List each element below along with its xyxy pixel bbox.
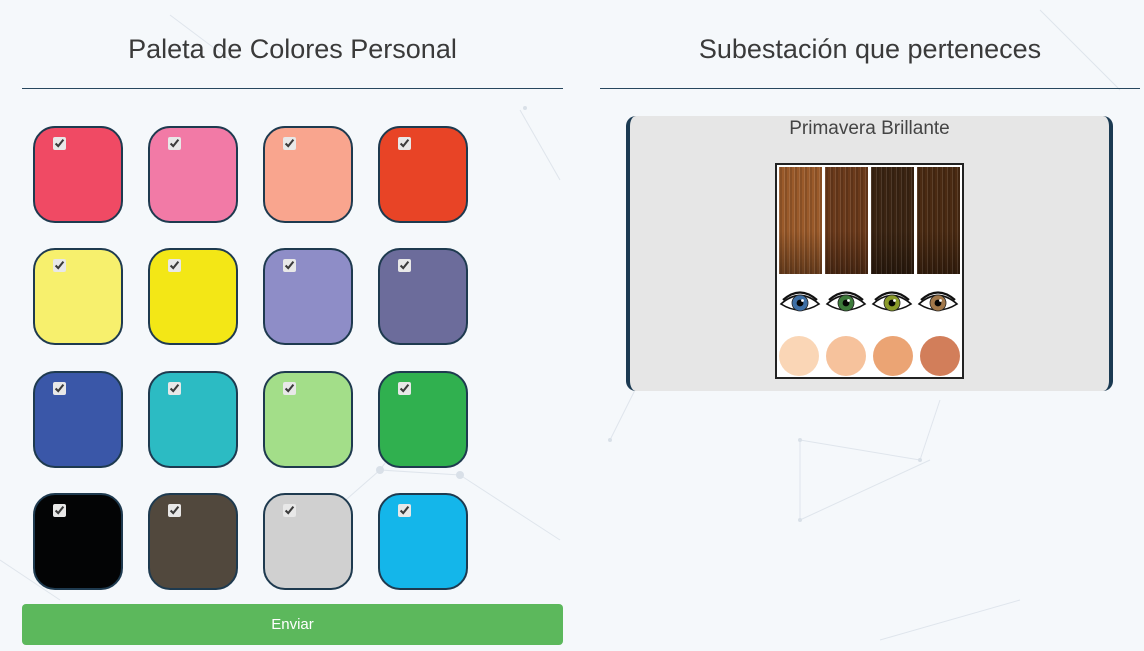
swatch-checkbox-royal-blue[interactable] xyxy=(53,382,66,395)
color-swatch-dark-brown[interactable] xyxy=(148,493,238,590)
swatch-checkbox-red[interactable] xyxy=(53,137,66,150)
color-swatch-salmon[interactable] xyxy=(263,126,353,223)
submit-button[interactable]: Enviar xyxy=(22,604,563,645)
color-swatch-royal-blue[interactable] xyxy=(33,371,123,468)
eye-icon xyxy=(779,291,821,312)
eye-icon xyxy=(871,291,913,312)
swatch-checkbox-sky-blue[interactable] xyxy=(398,504,411,517)
color-swatch-lavender[interactable] xyxy=(263,248,353,345)
color-swatch-light-green[interactable] xyxy=(263,371,353,468)
swatch-checkbox-green[interactable] xyxy=(398,382,411,395)
sub-season-title: Subestación que perteneces xyxy=(600,0,1140,89)
color-swatch-slate-purple[interactable] xyxy=(378,248,468,345)
swatch-checkbox-orange-red[interactable] xyxy=(398,137,411,150)
color-swatch-orange-red[interactable] xyxy=(378,126,468,223)
color-swatch-black[interactable] xyxy=(33,493,123,590)
hair-swatch-3 xyxy=(871,167,914,274)
sub-season-panel: Subestación que perteneces Primavera Bri… xyxy=(600,0,1140,651)
color-swatch-green[interactable] xyxy=(378,371,468,468)
color-swatch-light-yellow[interactable] xyxy=(33,248,123,345)
personal-color-palette-panel: Paleta de Colores Personal Enviar xyxy=(22,0,563,651)
swatch-checkbox-light-green[interactable] xyxy=(283,382,296,395)
swatch-checkbox-light-yellow[interactable] xyxy=(53,259,66,272)
skin-tone-swatch-3 xyxy=(873,336,913,376)
eye-color-row xyxy=(777,289,962,319)
color-swatch-light-gray[interactable] xyxy=(263,493,353,590)
season-reference-chart xyxy=(775,163,964,379)
swatch-checkbox-light-gray[interactable] xyxy=(283,504,296,517)
eye-icon xyxy=(825,291,867,312)
swatch-checkbox-black[interactable] xyxy=(53,504,66,517)
color-swatch-teal[interactable] xyxy=(148,371,238,468)
color-swatch-sky-blue[interactable] xyxy=(378,493,468,590)
swatch-checkbox-yellow[interactable] xyxy=(168,259,181,272)
skin-tone-swatch-1 xyxy=(779,336,819,376)
season-name: Primavera Brillante xyxy=(789,118,950,139)
swatch-checkbox-pink[interactable] xyxy=(168,137,181,150)
color-swatch-yellow[interactable] xyxy=(148,248,238,345)
swatch-checkbox-dark-brown[interactable] xyxy=(168,504,181,517)
skin-tone-swatch-2 xyxy=(826,336,866,376)
palette-title: Paleta de Colores Personal xyxy=(22,0,563,89)
swatch-checkbox-slate-purple[interactable] xyxy=(398,259,411,272)
swatch-checkbox-lavender[interactable] xyxy=(283,259,296,272)
swatch-checkbox-teal[interactable] xyxy=(168,382,181,395)
hair-swatch-2 xyxy=(825,167,868,274)
skin-tone-swatch-4 xyxy=(920,336,960,376)
color-swatch-grid xyxy=(22,126,563,596)
swatch-checkbox-salmon[interactable] xyxy=(283,137,296,150)
hair-color-row xyxy=(779,167,960,274)
color-swatch-pink[interactable] xyxy=(148,126,238,223)
hair-swatch-1 xyxy=(779,167,822,274)
eye-icon xyxy=(917,291,959,312)
color-swatch-red[interactable] xyxy=(33,126,123,223)
season-result-card: Primavera Brillante xyxy=(626,116,1113,391)
hair-swatch-4 xyxy=(917,167,960,274)
